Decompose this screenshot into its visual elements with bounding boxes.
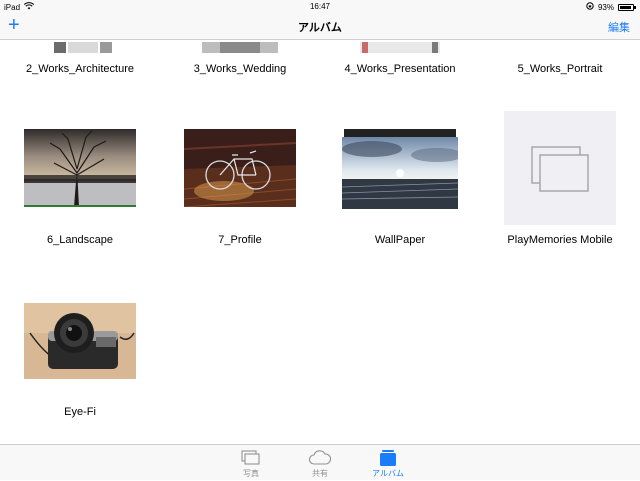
tab-shared[interactable]: 共有 bbox=[290, 445, 350, 481]
battery-percent: 93% bbox=[597, 2, 614, 12]
edit-button[interactable]: 編集 bbox=[608, 19, 630, 35]
album-2-works-architecture[interactable]: 2_Works_Architecture bbox=[0, 41, 160, 81]
album-7-profile[interactable]: 7_Profile bbox=[160, 111, 320, 251]
tab-label: アルバム bbox=[372, 469, 404, 478]
album-title: 7_Profile bbox=[218, 234, 262, 246]
tab-label: 共有 bbox=[312, 469, 328, 478]
battery-level bbox=[620, 5, 632, 9]
album-3-works-wedding[interactable]: 3_Works_Wedding bbox=[160, 41, 320, 81]
battery-icon bbox=[618, 3, 636, 11]
album-thumbnail bbox=[184, 41, 296, 53]
bicycle-thumbnail bbox=[184, 129, 296, 207]
album-title: WallPaper bbox=[374, 234, 426, 246]
album-wallpaper[interactable]: WallPaper bbox=[320, 111, 480, 251]
tab-photos[interactable]: 写真 bbox=[221, 445, 281, 481]
status-right: 93% bbox=[586, 2, 636, 12]
album-placeholder-icon bbox=[531, 146, 589, 192]
photos-icon bbox=[241, 450, 260, 465]
album-eye-fi[interactable]: Eye-Fi bbox=[0, 281, 160, 421]
album-title: 5_Works_Portrait bbox=[517, 63, 603, 75]
album-grid: 2_Works_Architecture 3_Works_Wedding 4_W… bbox=[0, 41, 640, 444]
page-title: アルバム bbox=[298, 22, 342, 34]
album-5-works-portrait[interactable]: 5_Works_Portrait bbox=[480, 41, 640, 81]
rotation-lock-icon bbox=[586, 2, 594, 12]
album-thumbnail bbox=[344, 41, 456, 53]
camera-thumbnail bbox=[24, 303, 136, 379]
album-title: PlayMemories Mobile bbox=[507, 234, 613, 246]
album-title: Eye-Fi bbox=[64, 406, 96, 418]
album-4-works-presentation[interactable]: 4_Works_Presentation bbox=[320, 41, 480, 81]
album-thumbnail bbox=[24, 41, 136, 53]
album-title: 3_Works_Wedding bbox=[193, 63, 287, 75]
tab-label: 写真 bbox=[243, 469, 259, 478]
cloud-icon bbox=[308, 450, 332, 465]
status-bar: iPad 16:47 93% bbox=[0, 0, 640, 14]
bare-tree-thumbnail bbox=[24, 129, 136, 207]
album-title: 2_Works_Architecture bbox=[25, 63, 134, 75]
album-6-landscape[interactable]: 6_Landscape bbox=[0, 111, 160, 251]
sunset-sea-thumbnail bbox=[342, 137, 458, 209]
album-icon bbox=[380, 450, 396, 466]
status-time: 16:47 bbox=[309, 2, 331, 11]
album-playmemories-mobile[interactable]: PlayMemories Mobile bbox=[480, 111, 640, 251]
album-title: 4_Works_Presentation bbox=[344, 63, 456, 75]
tab-albums[interactable]: アルバム bbox=[358, 445, 418, 481]
navigation-bar: + アルバム 編集 bbox=[0, 14, 640, 40]
tab-bar: 写真 共有 アルバム bbox=[0, 444, 640, 480]
empty-album-placeholder bbox=[504, 111, 616, 225]
album-title: 6_Landscape bbox=[46, 234, 114, 246]
